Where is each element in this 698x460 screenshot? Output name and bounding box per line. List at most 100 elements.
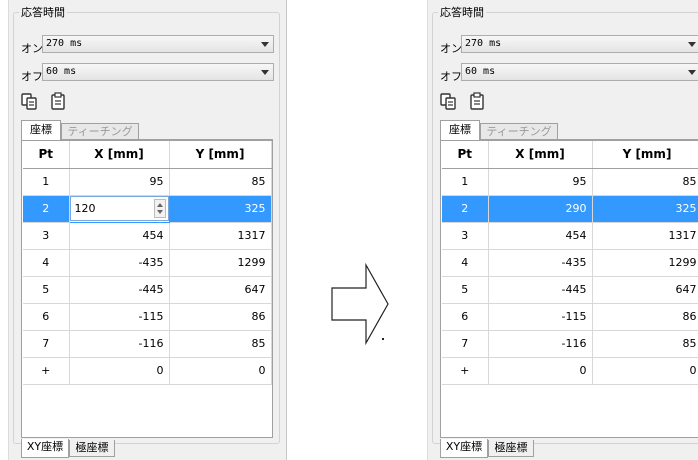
cell-x[interactable]: 0 [488,357,593,385]
cell-y[interactable]: 1317 [169,222,272,250]
table-row[interactable]: 6 -115 86 [23,303,272,331]
cell-pt[interactable]: 2 [442,195,489,223]
on-time-combo[interactable]: 270 ms [461,35,698,53]
cell-x[interactable]: 454 [69,222,170,250]
grid-header-row: Pt X [mm] Y [mm] [442,141,698,169]
table-row[interactable]: 4 -435 1299 [23,249,272,277]
table-row[interactable]: 5 -445 647 [23,276,272,304]
cell-y[interactable]: 647 [169,276,272,304]
point-grid: Pt X [mm] Y [mm] 1 95 85 2 290 325 3 454 1317 4 -4… [440,140,698,438]
cell-pt[interactable]: 5 [23,276,70,304]
panel-after: 応答時間 オン 270 ms オフ 60 ms 座標 ティーチング Pt X [… [427,0,698,460]
cell-x[interactable]: -116 [488,330,593,358]
column-header-x[interactable]: X [mm] [69,141,170,169]
cell-pt[interactable]: 3 [442,222,489,250]
stepper-value[interactable]: 120 [75,202,96,215]
table-row[interactable]: 1 95 85 [442,168,698,196]
cell-y[interactable]: 0 [592,357,698,385]
cell-y[interactable]: 86 [169,303,272,331]
cell-x[interactable]: 0 [69,357,170,385]
table-row[interactable]: +0 0 [23,357,272,385]
copy-icon[interactable] [21,92,38,110]
cell-y[interactable]: 647 [592,276,698,304]
chevron-down-icon [688,42,696,47]
cell-y[interactable]: 85 [169,168,272,196]
column-header-x[interactable]: X [mm] [488,141,593,169]
cell-pt[interactable]: 6 [23,303,70,331]
cell-x[interactable]: 290 [488,195,593,223]
cell-y[interactable]: 1299 [169,249,272,277]
cell-pt[interactable]: 7 [23,330,70,358]
cell-y[interactable]: 86 [592,303,698,331]
cell-pt[interactable]: 7 [442,330,489,358]
cell-x[interactable]: -435 [488,249,593,277]
cell-y[interactable]: 85 [592,168,698,196]
cell-x[interactable]: -445 [69,276,170,304]
cell-x[interactable]: 95 [69,168,170,196]
table-row[interactable]: +0 0 [442,357,698,385]
table-row[interactable]: 7 -116 85 [442,330,698,358]
table-row[interactable]: 4 -435 1299 [442,249,698,277]
column-header-pt[interactable]: Pt [23,141,70,169]
table-row[interactable]: 2 290 325 [442,195,698,223]
table-row[interactable]: 3 454 1317 [23,222,272,250]
cell-y[interactable]: 85 [592,330,698,358]
chevron-down-icon [261,70,269,75]
column-header-y[interactable]: Y [mm] [169,141,272,169]
cell-y[interactable]: 325 [169,195,272,223]
cell-x[interactable]: 454 [488,222,593,250]
cell-x[interactable]: -115 [69,303,170,331]
tab-coordinates[interactable]: 座標 [440,120,480,140]
tab-xy-coordinates[interactable]: XY座標 [21,439,69,458]
cell-pt[interactable]: 1 [23,168,70,196]
on-time-value: 270 ms [46,38,83,49]
tab-coordinates[interactable]: 座標 [21,120,61,140]
table-row[interactable]: 3 454 1317 [442,222,698,250]
spin-down-icon[interactable] [156,210,163,214]
column-header-pt[interactable]: Pt [442,141,489,169]
off-time-combo[interactable]: 60 ms [461,63,698,81]
table-row[interactable]: 6 -115 86 [442,303,698,331]
cell-y[interactable]: 1317 [592,222,698,250]
paste-icon[interactable] [469,92,486,110]
arrow-right-icon [331,262,389,346]
copy-icon[interactable] [440,92,457,110]
cell-x[interactable]: -115 [488,303,593,331]
table-row[interactable]: 2 120 325 [23,194,272,223]
cell-pt[interactable]: 2 [23,195,70,223]
paste-icon[interactable] [50,92,67,110]
cell-x[interactable]: -116 [69,330,170,358]
cell-y[interactable]: 85 [169,330,272,358]
cell-y[interactable]: 1299 [592,249,698,277]
cell-pt[interactable]: + [442,357,489,385]
cell-pt[interactable]: 6 [442,303,489,331]
cell-pt[interactable]: 3 [23,222,70,250]
off-time-combo[interactable]: 60 ms [42,63,274,81]
cell-x[interactable]: -435 [69,249,170,277]
spin-up-icon[interactable] [156,203,163,207]
cell-x[interactable]: -445 [488,276,593,304]
table-row[interactable]: 7 -116 85 [23,330,272,358]
tab-polar-coordinates[interactable]: 極座標 [69,440,115,457]
cell-pt[interactable]: 5 [442,276,489,304]
tab-teaching[interactable]: ティーチング [480,123,558,139]
spin-buttons[interactable] [153,199,166,218]
tab-polar-coordinates[interactable]: 極座標 [488,440,534,457]
cell-x[interactable]: 95 [488,168,593,196]
tab-xy-coordinates[interactable]: XY座標 [440,439,488,458]
cell-pt[interactable]: + [23,357,70,385]
on-time-combo[interactable]: 270 ms [42,35,274,53]
cell-pt[interactable]: 4 [442,249,489,277]
on-label: オン [440,42,462,55]
table-row[interactable]: 1 95 85 [23,168,272,196]
cell-pt[interactable]: 1 [442,168,489,196]
tab-teaching[interactable]: ティーチング [61,123,139,139]
point-grid: Pt X [mm] Y [mm] 1 95 85 2 120 325 3 454 1317 4 -4… [21,140,273,438]
cell-y[interactable]: 0 [169,357,272,385]
cell-pt[interactable]: 4 [23,249,70,277]
table-row[interactable]: 5 -445 647 [442,276,698,304]
cell-x[interactable]: 120 [68,194,170,223]
cell-y[interactable]: 325 [592,195,698,223]
column-header-y[interactable]: Y [mm] [592,141,698,169]
x-value-stepper[interactable]: 120 [69,196,169,221]
